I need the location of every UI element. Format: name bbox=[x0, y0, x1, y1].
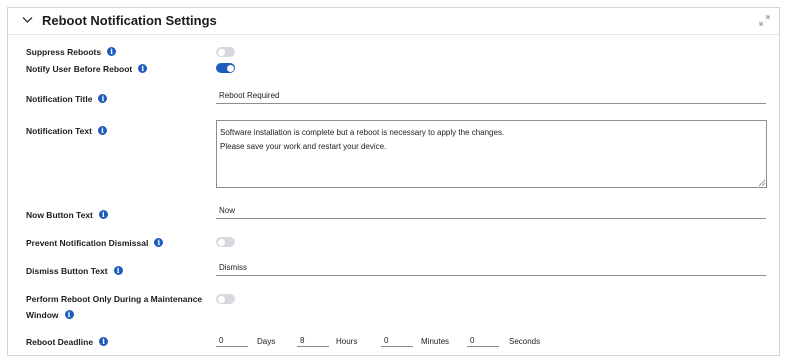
info-icon[interactable]: i bbox=[97, 126, 107, 136]
notification-text-textarea[interactable]: Software installation is complete but a … bbox=[216, 120, 767, 188]
notification-text-line: Please save your work and restart your d… bbox=[220, 142, 387, 151]
now-button-text-label: Now Button Text i bbox=[26, 209, 108, 221]
prevent-dismissal-toggle[interactable] bbox=[216, 237, 235, 247]
expand-icon[interactable] bbox=[759, 15, 770, 26]
deadline-minutes-label: Minutes bbox=[421, 337, 450, 346]
suppress-reboots-toggle[interactable] bbox=[216, 47, 235, 57]
deadline-seconds-label: Seconds bbox=[509, 337, 541, 346]
notify-user-label: Notify User Before Reboot i bbox=[26, 63, 148, 75]
maintenance-window-label: Perform Reboot Only During a Maintenance… bbox=[26, 294, 203, 320]
notification-title-label: Notification Title i bbox=[26, 93, 108, 105]
toggle-knob bbox=[217, 295, 225, 303]
info-icon[interactable]: i bbox=[99, 337, 109, 347]
info-icon[interactable]: i bbox=[107, 47, 117, 57]
info-icon[interactable]: i bbox=[138, 64, 148, 74]
maintenance-window-toggle[interactable] bbox=[216, 294, 235, 304]
suppress-reboots-label: Suppress Reboots i bbox=[26, 46, 117, 58]
panel-header[interactable]: Reboot Notification Settings bbox=[8, 8, 779, 35]
prevent-dismissal-label: Prevent Notification Dismissal i bbox=[26, 237, 164, 249]
notification-text-label: Notification Text i bbox=[26, 125, 107, 137]
dismiss-button-text-input[interactable]: Dismiss bbox=[216, 262, 766, 276]
reboot-deadline-label: Reboot Deadline i bbox=[26, 336, 109, 348]
info-icon[interactable]: i bbox=[98, 210, 108, 220]
deadline-hours-input[interactable]: 8 bbox=[297, 335, 329, 347]
resize-grip-icon[interactable] bbox=[759, 180, 765, 186]
panel-title: Reboot Notification Settings bbox=[42, 13, 217, 28]
deadline-seconds-input[interactable]: 0 bbox=[467, 335, 499, 347]
chevron-down-icon[interactable] bbox=[22, 16, 33, 24]
toggle-knob bbox=[226, 64, 234, 72]
reboot-notification-settings-panel: Reboot Notification Settings Suppress Re… bbox=[7, 7, 780, 356]
notification-text-line: Software installation is complete but a … bbox=[220, 128, 505, 137]
dismiss-button-text-label: Dismiss Button Text i bbox=[26, 265, 123, 277]
toggle-knob bbox=[217, 48, 225, 56]
notify-user-toggle[interactable] bbox=[216, 63, 235, 73]
deadline-hours-label: Hours bbox=[336, 337, 358, 346]
now-button-text-input[interactable]: Now bbox=[216, 205, 766, 219]
toggle-knob bbox=[217, 238, 225, 246]
info-icon[interactable]: i bbox=[64, 310, 74, 320]
deadline-minutes-input[interactable]: 0 bbox=[381, 335, 413, 347]
deadline-days-input[interactable]: 0 bbox=[216, 335, 248, 347]
notification-title-input[interactable]: Reboot Required bbox=[216, 90, 766, 104]
info-icon[interactable]: i bbox=[98, 94, 108, 104]
deadline-days-label: Days bbox=[257, 337, 276, 346]
info-icon[interactable]: i bbox=[154, 238, 164, 248]
info-icon[interactable]: i bbox=[113, 266, 123, 276]
